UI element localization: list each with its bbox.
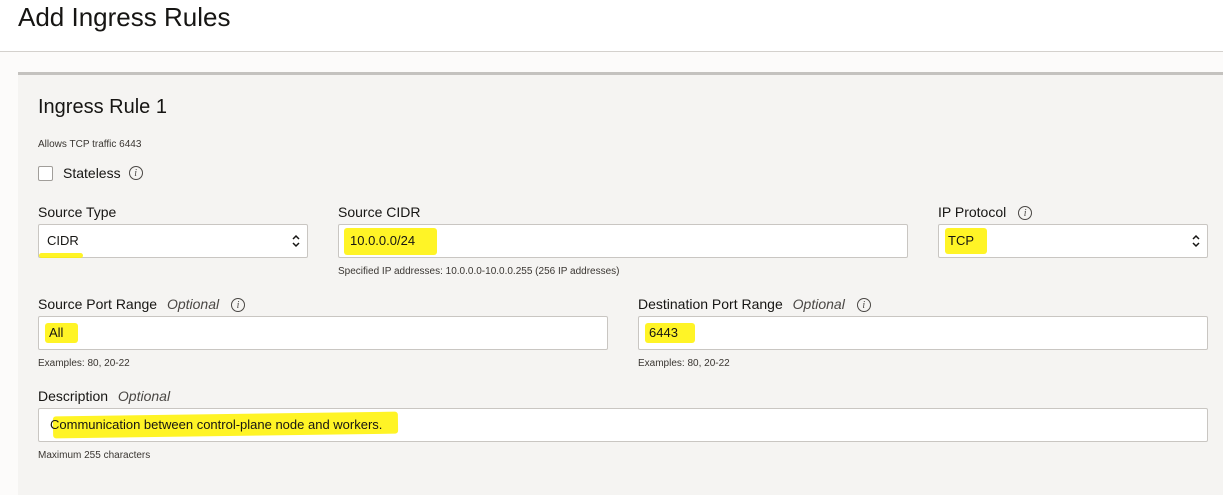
source-cidr-help: Specified IP addresses: 10.0.0.0-10.0.0.… xyxy=(338,266,620,277)
rule-title: Ingress Rule 1 xyxy=(38,96,167,118)
page-header: Add Ingress Rules xyxy=(0,0,1223,52)
source-port-value: All xyxy=(49,325,64,340)
source-type-label-text: Source Type xyxy=(38,204,117,220)
description-input[interactable]: Communication between control-plane node… xyxy=(38,408,1208,442)
stateless-checkbox[interactable] xyxy=(38,165,53,181)
chevron-updown-icon xyxy=(1192,234,1200,248)
description-help: Maximum 255 characters xyxy=(38,450,151,461)
dest-port-input[interactable]: 6443 xyxy=(638,316,1208,350)
chevron-updown-icon xyxy=(292,234,300,248)
source-cidr-label: Source CIDR xyxy=(338,204,420,220)
info-icon[interactable]: i xyxy=(231,298,246,313)
dest-port-label-text: Destination Port Range xyxy=(638,296,783,312)
rule-caption: Allows TCP traffic 6443 xyxy=(38,139,142,150)
description-value: Communication between control-plane node… xyxy=(50,417,383,432)
source-cidr-input[interactable]: 10.0.0.0/24 xyxy=(338,224,908,258)
dest-port-label: Destination Port Range Optional i xyxy=(638,296,871,313)
ip-protocol-value: TCP xyxy=(948,233,974,248)
ip-protocol-select[interactable]: TCP xyxy=(938,224,1208,258)
optional-tag: Optional xyxy=(117,388,171,404)
optional-tag: Optional xyxy=(166,296,220,312)
dest-port-value: 6443 xyxy=(649,325,678,340)
source-type-select[interactable]: CIDR xyxy=(38,224,308,258)
page-title: Add Ingress Rules xyxy=(18,2,231,32)
source-cidr-value: 10.0.0.0/24 xyxy=(350,233,416,248)
info-icon[interactable]: i xyxy=(128,166,143,180)
highlight-mark xyxy=(39,253,83,258)
source-type-label: Source Type xyxy=(38,204,116,220)
info-icon[interactable]: i xyxy=(1018,206,1033,221)
source-port-label: Source Port Range Optional i xyxy=(38,296,246,313)
source-port-help: Examples: 80, 20-22 xyxy=(38,358,130,369)
description-label: Description Optional xyxy=(38,388,170,404)
ip-protocol-label: IP Protocol i xyxy=(938,204,1033,221)
info-icon[interactable]: i xyxy=(856,298,871,313)
optional-tag: Optional xyxy=(792,296,845,312)
source-port-input[interactable]: All xyxy=(38,316,608,350)
stateless-row: Stateless i xyxy=(38,164,143,182)
source-cidr-label-text: Source CIDR xyxy=(338,204,421,220)
ip-protocol-label-text: IP Protocol xyxy=(938,204,1007,220)
source-port-label-text: Source Port Range xyxy=(38,296,158,312)
source-type-value: CIDR xyxy=(47,233,79,248)
description-label-text: Description xyxy=(38,388,109,404)
stateless-label: Stateless xyxy=(63,165,121,181)
dest-port-help: Examples: 80, 20-22 xyxy=(638,358,730,369)
